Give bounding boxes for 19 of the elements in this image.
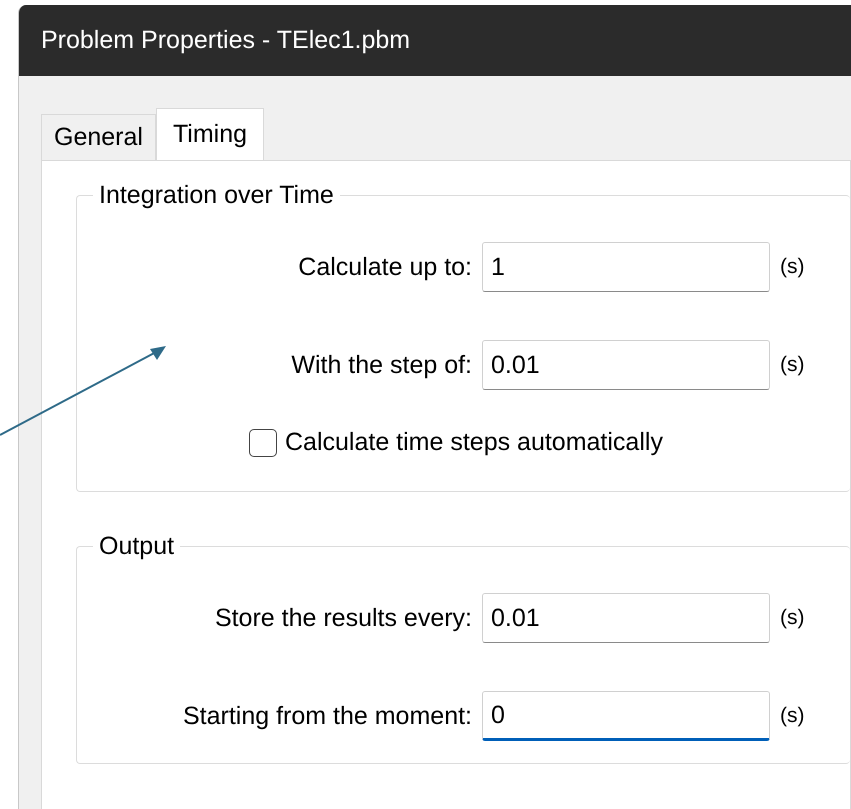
- field-label: Calculate up to:: [297, 252, 472, 282]
- unit-label: (s): [780, 704, 806, 728]
- unit-label: (s): [780, 255, 806, 279]
- input-field[interactable]: 0.01: [482, 340, 770, 390]
- checkbox-label: Calculate time steps automatically: [285, 428, 663, 457]
- unit-label: (s): [780, 353, 806, 377]
- group-title: Integration over Time: [98, 181, 335, 210]
- tab[interactable]: Timing: [156, 108, 264, 160]
- tab[interactable]: General: [41, 114, 156, 160]
- field-label: Starting from the moment:: [182, 702, 472, 730]
- group-title: Output: [98, 532, 176, 561]
- input-field[interactable]: 0: [482, 691, 770, 741]
- field-label: Store the results every:: [214, 604, 472, 632]
- checkbox[interactable]: [249, 428, 277, 456]
- window-title: Problem Properties - TElec1.pbm: [41, 26, 410, 55]
- field-label: With the step of:: [290, 350, 472, 380]
- input-field[interactable]: 0.01: [482, 593, 770, 643]
- input-field[interactable]: 1: [482, 242, 770, 292]
- unit-label: (s): [780, 606, 806, 630]
